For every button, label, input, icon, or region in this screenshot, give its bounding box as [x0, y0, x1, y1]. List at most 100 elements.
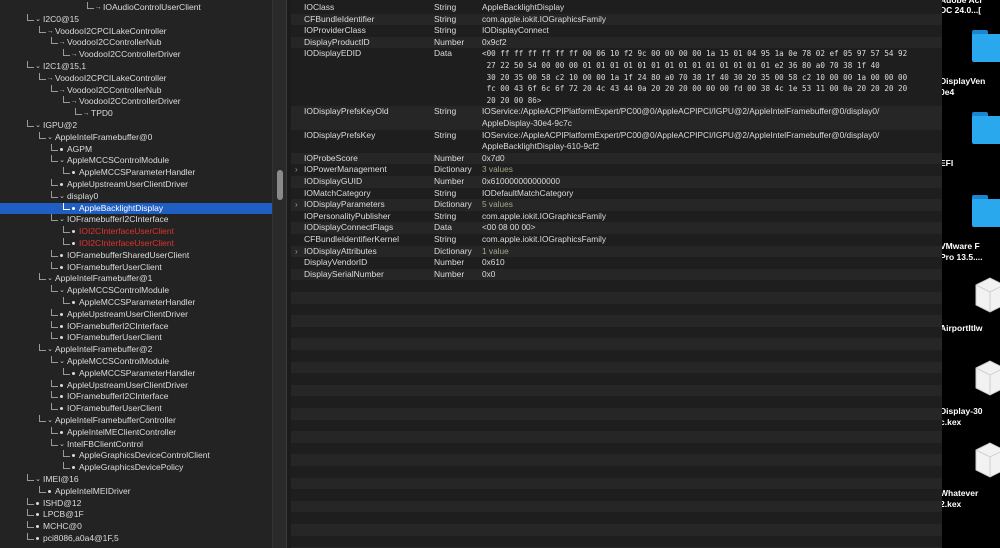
tree-node[interactable]: ISHD@12: [0, 497, 272, 510]
tree-node[interactable]: AppleMCCSParameterHandler: [0, 297, 272, 309]
tree-node[interactable]: IOFramebufferUserClient: [0, 261, 272, 274]
disclosure-chevron-icon[interactable]: ⌄: [34, 61, 42, 73]
tree-node[interactable]: ⌄ IOFramebufferI2CInterface: [0, 214, 272, 226]
expand-chevron-icon[interactable]: ›: [295, 199, 298, 211]
tree-node[interactable]: → TPD0: [0, 108, 272, 120]
desktop-item-label[interactable]: VMware F Pro 13.5....: [942, 241, 1000, 262]
tree-node[interactable]: ⌄ IMEI@16: [0, 474, 272, 486]
desktop-item-label[interactable]: DisplayVen 0e4: [942, 76, 1000, 97]
tree-node-label: IOFramebufferI2CInterface: [67, 391, 169, 402]
desktop-item-label[interactable]: Display-30 c.kex: [942, 406, 1000, 427]
tree-node[interactable]: AGPM: [0, 143, 272, 156]
property-row[interactable]: IODisplayEDID Data <00 ff ff ff ff ff ff 0…: [291, 48, 942, 106]
tree-node[interactable]: ⌄ AppleIntelFramebufferController: [0, 415, 272, 427]
property-row[interactable]: › IODisplayAttributes Dictionary 1 value: [291, 245, 942, 258]
tree-node[interactable]: AppleMCCSParameterHandler: [0, 367, 272, 380]
disclosure-chevron-icon[interactable]: ⌄: [34, 14, 42, 26]
property-row[interactable]: IOMatchCategory String IODefaultMatchCateg…: [291, 188, 942, 200]
tree-node[interactable]: ⌄ display0: [0, 190, 272, 203]
kext-icon[interactable]: [972, 358, 1000, 398]
tree-node[interactable]: ⌄ AppleMCCSControlModule: [0, 155, 272, 167]
tree-node[interactable]: ⌄ AppleMCCSControlModule: [0, 356, 272, 368]
desktop-item-label[interactable]: EFI: [942, 158, 1000, 169]
tree-node[interactable]: AppleMCCSParameterHandler: [0, 167, 272, 179]
tree-node[interactable]: AppleGraphicsDeviceControlClient: [0, 450, 272, 462]
tree-node[interactable]: → VoodooI2CControllerNub: [0, 37, 272, 49]
folder-icon[interactable]: [972, 30, 1000, 62]
tree-scrollbar[interactable]: [272, 0, 287, 548]
tree-node[interactable]: ⌄ AppleIntelFramebuffer@2: [0, 344, 272, 356]
tree-node[interactable]: AppleUpstreamUserClientDriver: [0, 308, 272, 321]
tree-node[interactable]: → VoodooI2CPCILakeController: [0, 72, 272, 85]
tree-node[interactable]: → VoodooI2CControllerDriver: [0, 49, 272, 61]
property-row[interactable]: IOProbeScore Number 0x7d0: [291, 152, 942, 165]
expand-chevron-icon[interactable]: ›: [295, 246, 298, 258]
tree-node[interactable]: ⌄ AppleMCCSControlModule: [0, 285, 272, 297]
tree-node[interactable]: LPCB@1F: [0, 509, 272, 521]
arrow-icon: →: [70, 98, 78, 106]
tree-node[interactable]: ⌄ IntelFBClientControl: [0, 438, 272, 451]
tree-node-selected[interactable]: AppleBacklightDisplay: [0, 202, 272, 215]
disclosure-chevron-icon[interactable]: ⌄: [58, 356, 66, 368]
property-row[interactable]: › IODisplayParameters Dictionary 5 values: [291, 199, 942, 211]
tree-node[interactable]: ⌄ I2C1@15,1: [0, 61, 272, 73]
tree-node[interactable]: ⌄ IGPU@2: [0, 120, 272, 132]
disclosure-chevron-icon[interactable]: ⌄: [58, 191, 66, 203]
tree-node[interactable]: IOI2CInterfaceUserClient: [0, 226, 272, 238]
tree-node[interactable]: AppleUpstreamUserClientDriver: [0, 179, 272, 191]
property-row[interactable]: IOClass String AppleBacklightDisplay: [291, 2, 942, 14]
tree-node[interactable]: MCHC@0: [0, 521, 272, 533]
disclosure-chevron-icon[interactable]: ⌄: [46, 273, 54, 285]
tree-node[interactable]: IOFramebufferUserClient: [0, 403, 272, 415]
folder-icon[interactable]: [972, 195, 1000, 227]
property-row[interactable]: IOProviderClass String IODisplayConnect: [291, 25, 942, 37]
property-row[interactable]: IODisplayPrefsKey String IOService:/AppleA…: [291, 130, 942, 153]
empty-row: [291, 327, 942, 339]
tree-scroll-thumb[interactable]: [277, 170, 283, 200]
tree-node[interactable]: AppleUpstreamUserClientDriver: [0, 379, 272, 392]
tree-node[interactable]: IOFramebufferUserClient: [0, 332, 272, 344]
property-row[interactable]: IODisplayGUID Number 0x610000000000000: [291, 176, 942, 188]
tree-node[interactable]: → IOAudioControlUserClient: [0, 2, 272, 14]
tree-node[interactable]: → VoodooI2CControllerNub: [0, 84, 272, 97]
disclosure-chevron-icon[interactable]: ⌄: [46, 415, 54, 427]
property-row[interactable]: › IOPowerManagement Dictionary 3 values: [291, 164, 942, 176]
tree-node[interactable]: IOI2CInterfaceUserClient: [0, 238, 272, 250]
property-row[interactable]: CFBundleIdentifierKernel String com.apple.…: [291, 234, 942, 246]
disclosure-chevron-icon[interactable]: ⌄: [58, 285, 66, 297]
tree-node[interactable]: pci8086,a0a4@1F,5: [0, 533, 272, 545]
disclosure-chevron-icon[interactable]: ⌄: [46, 344, 54, 356]
tree-node[interactable]: ⌄ I2C0@15: [0, 13, 272, 26]
property-row[interactable]: IOPersonalityPublisher String com.apple.io…: [291, 211, 942, 223]
property-row[interactable]: DisplayVendorID Number 0x610: [291, 257, 942, 269]
disclosure-chevron-icon[interactable]: ⌄: [58, 155, 66, 167]
tree-node[interactable]: ⌄ AppleIntelFramebuffer@1: [0, 273, 272, 285]
property-row[interactable]: IODisplayConnectFlags Data <00 08 00 00>: [291, 222, 942, 234]
disclosure-chevron-icon[interactable]: ⌄: [58, 439, 66, 451]
tree-node[interactable]: AppleGraphicsDevicePolicy: [0, 462, 272, 474]
disclosure-chevron-icon[interactable]: ⌄: [46, 132, 54, 144]
kext-icon[interactable]: [972, 275, 1000, 315]
desktop-item-label[interactable]: AirportItlw: [942, 323, 1000, 334]
property-row[interactable]: DisplayProductID Number 0x9cf2: [291, 36, 942, 49]
desktop-item-label[interactable]: Whatever 2.kex: [942, 488, 1000, 509]
disclosure-chevron-icon[interactable]: ⌄: [34, 474, 42, 486]
tree-node[interactable]: → VoodooI2CPCILakeController: [0, 25, 272, 38]
folder-icon[interactable]: [972, 112, 1000, 144]
desktop-item-label[interactable]: Adobe Acr DC 24.0...[: [942, 0, 1000, 15]
tree-node[interactable]: AppleIntelMEClientController: [0, 426, 272, 439]
tree-node[interactable]: IOFramebufferI2CInterface: [0, 320, 272, 333]
tree-node[interactable]: ⌄ AppleIntelFramebuffer@0: [0, 131, 272, 144]
tree-node[interactable]: IOFramebufferSharedUserClient: [0, 249, 272, 262]
kext-icon[interactable]: [972, 440, 1000, 480]
property-row[interactable]: DisplaySerialNumber Number 0x0: [291, 268, 942, 281]
disclosure-chevron-icon[interactable]: ⌄: [34, 120, 42, 132]
tree-node[interactable]: → VoodooI2CControllerDriver: [0, 96, 272, 108]
disclosure-chevron-icon[interactable]: ⌄: [58, 214, 66, 226]
property-row[interactable]: CFBundleIdentifier String com.apple.iokit.…: [291, 13, 942, 26]
property-row[interactable]: IODisplayPrefsKeyOld String IOService:/App…: [291, 106, 942, 130]
expand-chevron-icon[interactable]: ›: [295, 164, 298, 176]
tree-node[interactable]: IOFramebufferI2CInterface: [0, 391, 272, 403]
tree-node[interactable]: AppleIntelMEIDriver: [0, 485, 272, 498]
registry-tree[interactable]: → IOAudioControlUserClient ⌄ I2C0@15 → Voodoo…: [0, 0, 272, 548]
